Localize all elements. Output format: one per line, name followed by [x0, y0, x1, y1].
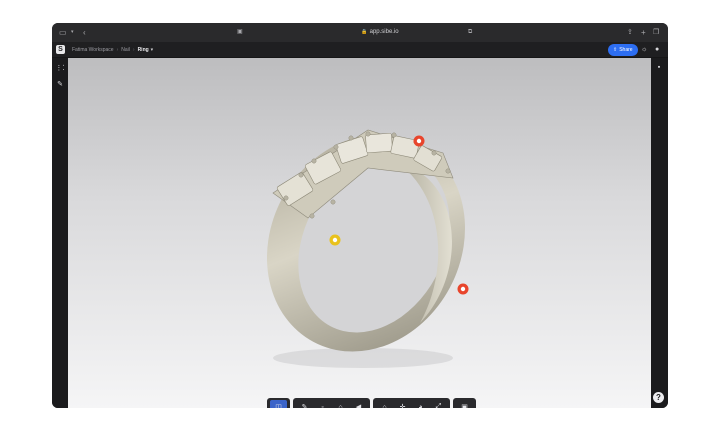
point-icon[interactable]: ◦: [314, 400, 331, 409]
chevron-down-icon[interactable]: ▾: [71, 23, 74, 42]
app-window: ▭ ▾ ‹ ▣ 🔒 app.sibe.io ⧉ ⇪ + ❐ S Fatima Wo…: [52, 23, 668, 408]
back-icon[interactable]: ‹: [83, 23, 86, 42]
viewer-toolbar: ◫ ✎ ◦ ⌂ ◀ ⌂ ✛ ◕ ⤢ ▣: [267, 398, 476, 408]
toolbar-group-tools: ✎ ◦ ⌂ ◀: [293, 398, 370, 408]
ruler-icon[interactable]: ✎: [52, 80, 68, 88]
ring-shadow: [273, 348, 453, 368]
comment-icon[interactable]: ▪: [651, 64, 667, 71]
browser-toolbar: ▭ ▾ ‹ ▣ 🔒 app.sibe.io ⧉ ⇪ + ❐: [52, 23, 668, 42]
layers-icon[interactable]: ⋮⁚: [52, 64, 68, 72]
address-bar[interactable]: 🔒 app.sibe.io: [361, 27, 398, 38]
measure-icon[interactable]: ✎: [296, 400, 313, 408]
help-button[interactable]: ?: [653, 392, 664, 403]
app-logo[interactable]: S: [56, 45, 65, 54]
move-icon[interactable]: ✛: [394, 400, 411, 408]
toolbar-group-view: ◫: [267, 398, 290, 408]
toolbar-group-capture: ▣: [453, 398, 476, 408]
share-label: Share: [619, 47, 633, 53]
theme-icon[interactable]: ☼: [641, 42, 647, 58]
breadcrumb-separator: ›: [132, 47, 135, 53]
sound-icon[interactable]: ◀: [350, 400, 367, 408]
share-icon: ⇧: [613, 47, 618, 53]
annotation-pin-right[interactable]: [457, 283, 469, 295]
app-header: S Fatima Workspace › Nail › Ring ▾ ⇧ Sha…: [52, 42, 668, 58]
breadcrumb-separator: ›: [116, 47, 119, 53]
privacy-icon[interactable]: ▣: [237, 23, 243, 42]
camera-icon[interactable]: ▣: [456, 400, 473, 408]
view-mode-icon[interactable]: ◫: [270, 400, 287, 408]
explode-icon[interactable]: ◕: [412, 400, 429, 409]
chevron-down-icon[interactable]: ▾: [151, 47, 154, 53]
annotation-pin-top[interactable]: [413, 135, 425, 147]
3d-viewport[interactable]: ◫ ✎ ◦ ⌂ ◀ ⌂ ✛ ◕ ⤢ ▣: [68, 58, 651, 408]
user-icon[interactable]: ●: [655, 42, 659, 58]
lock-icon: 🔒: [361, 29, 368, 35]
breadcrumb-folder[interactable]: Nail: [121, 47, 130, 53]
new-tab-icon[interactable]: +: [641, 23, 646, 42]
right-sidebar: ▪: [651, 58, 668, 408]
url-text: app.sibe.io: [369, 29, 399, 35]
share-icon[interactable]: ⇪: [627, 23, 633, 42]
tabs-icon[interactable]: ❐: [653, 23, 659, 42]
breadcrumb: Fatima Workspace › Nail › Ring ▾: [72, 42, 153, 58]
ring-model[interactable]: [68, 58, 651, 408]
toolbar-group-navigation: ⌂ ✛ ◕ ⤢: [373, 398, 450, 408]
translate-icon[interactable]: ⧉: [468, 23, 472, 42]
section-icon[interactable]: ⌂: [332, 400, 349, 409]
home-icon[interactable]: ⌂: [376, 400, 393, 409]
sidebar-toggle-icon[interactable]: ▭: [59, 23, 67, 42]
left-sidebar: ⋮⁚ ✎: [52, 58, 68, 408]
breadcrumb-workspace[interactable]: Fatima Workspace: [72, 47, 114, 53]
share-button[interactable]: ⇧ Share: [608, 44, 638, 56]
axis-icon[interactable]: ⤢: [430, 400, 447, 408]
annotation-pin-left[interactable]: [329, 234, 341, 246]
breadcrumb-current[interactable]: Ring: [138, 47, 149, 53]
